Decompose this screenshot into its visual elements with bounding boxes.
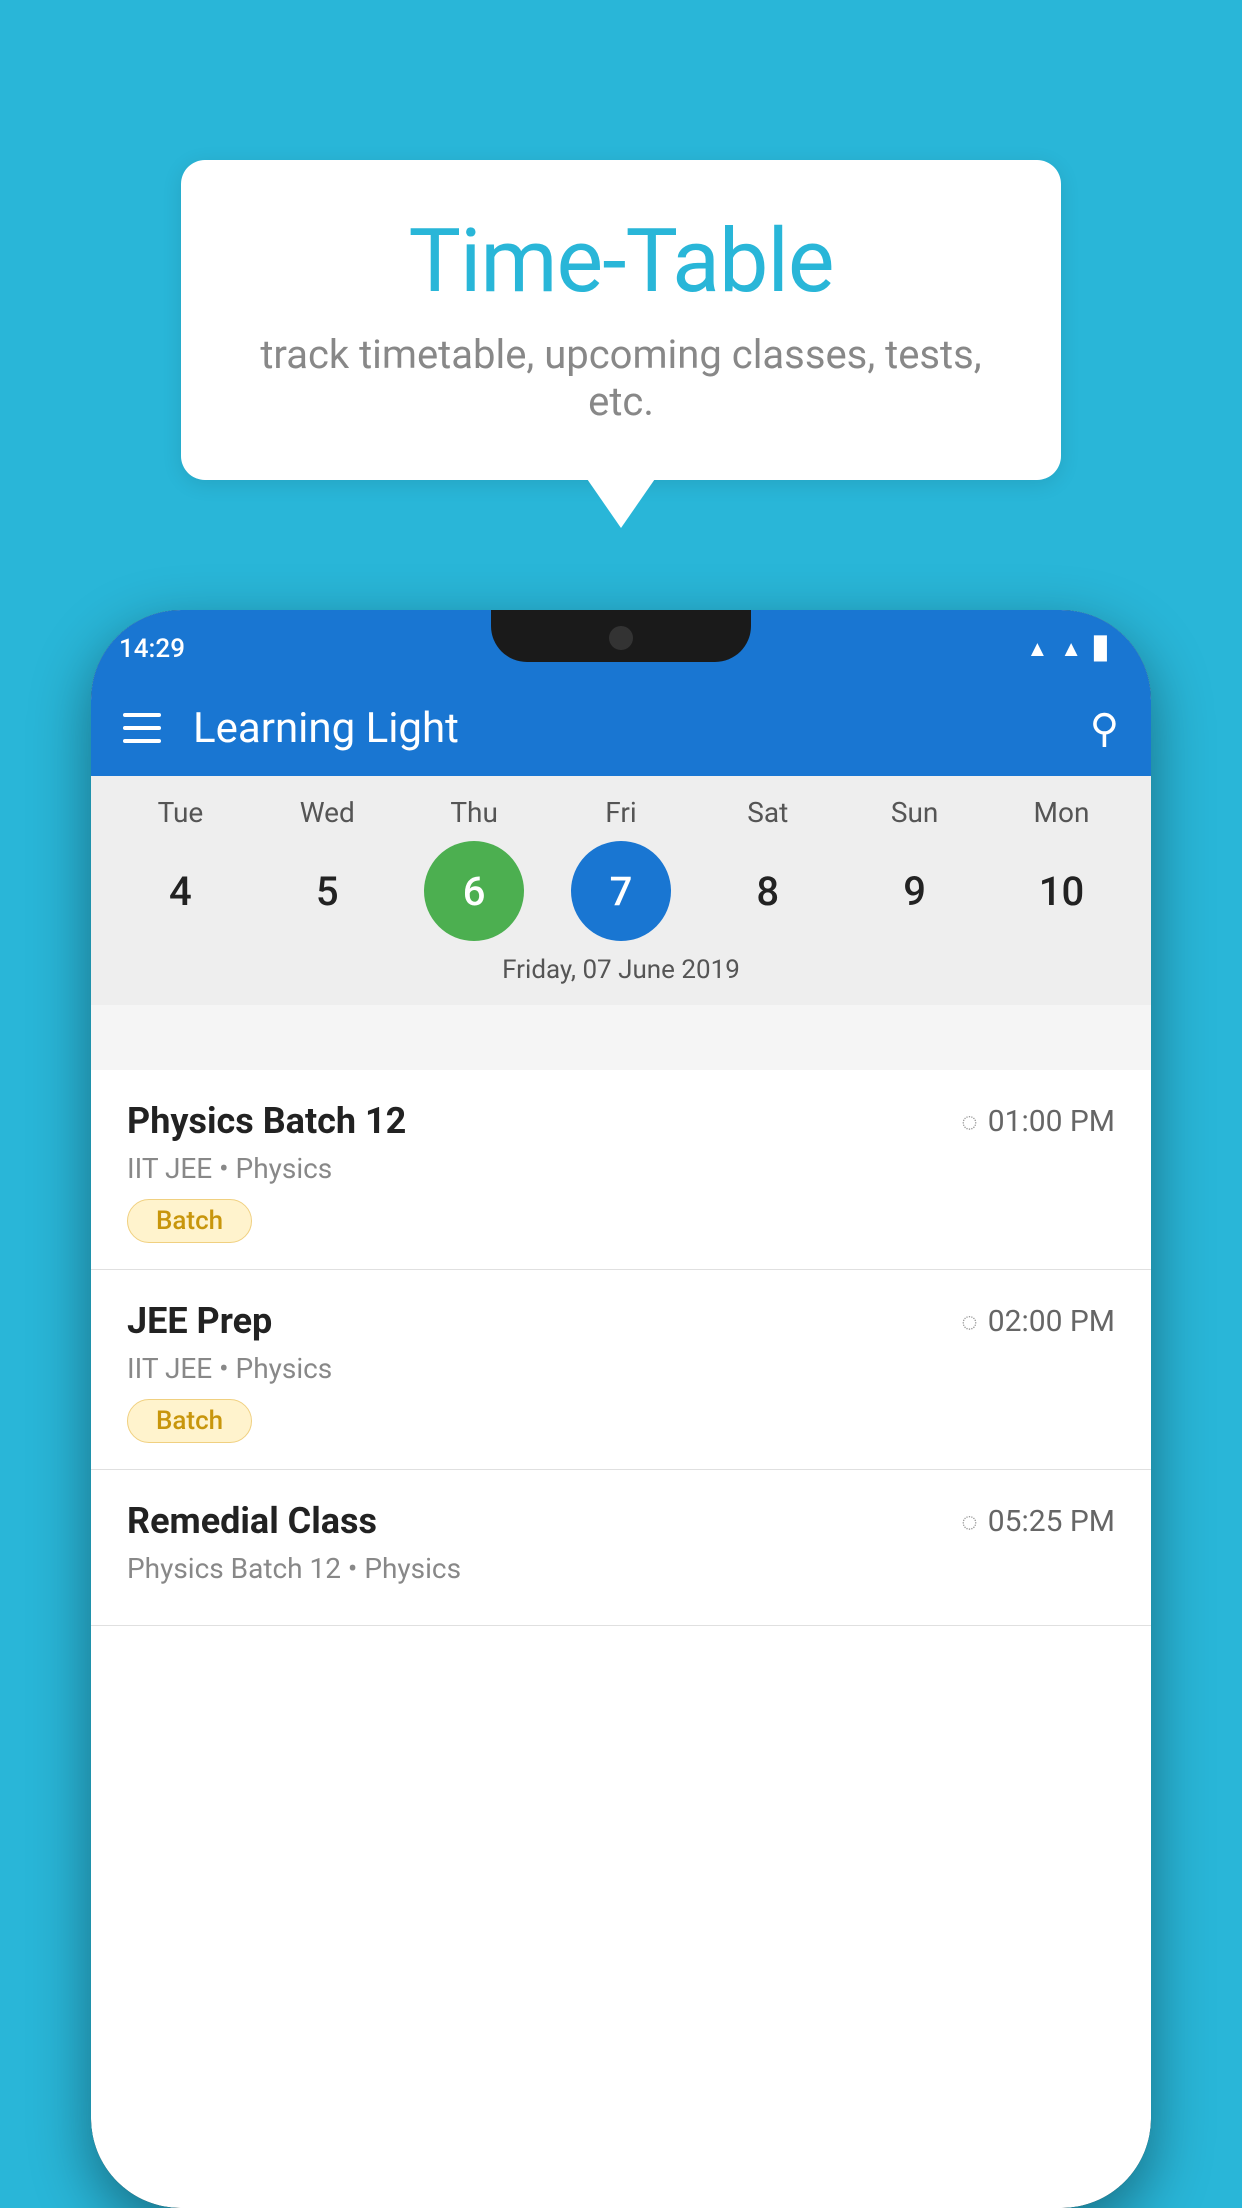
day-wed: Wed <box>277 796 377 829</box>
phone-frame: 14:29 ▲ ▲ ▊ Learning Light ⚲ Tue Wed Thu <box>91 610 1151 2208</box>
app-bar: Learning Light ⚲ <box>91 680 1151 776</box>
wifi-icon: ▲ <box>1027 636 1049 662</box>
class-subtitle-3: Physics Batch 12 • Physics <box>127 1552 1115 1585</box>
class-item-3[interactable]: Remedial Class ◌ 05:25 PM Physics Batch … <box>91 1470 1151 1626</box>
class-list: Physics Batch 12 ◌ 01:00 PM IIT JEE • Ph… <box>91 1070 1151 2208</box>
class-time-3: ◌ 05:25 PM <box>961 1504 1115 1539</box>
class-subtitle-1: IIT JEE • Physics <box>127 1152 1115 1185</box>
class-item-1[interactable]: Physics Batch 12 ◌ 01:00 PM IIT JEE • Ph… <box>91 1070 1151 1270</box>
day-tue: Tue <box>130 796 230 829</box>
date-6-today[interactable]: 6 <box>424 841 524 941</box>
status-icons: ▲ ▲ ▊ <box>1027 636 1111 662</box>
class-item-2[interactable]: JEE Prep ◌ 02:00 PM IIT JEE • Physics Ba… <box>91 1270 1151 1470</box>
calendar-days-header: Tue Wed Thu Fri Sat Sun Mon <box>91 796 1151 829</box>
class-time-value-2: 02:00 PM <box>988 1304 1115 1339</box>
day-sat: Sat <box>718 796 818 829</box>
clock-icon-2: ◌ <box>961 1305 978 1338</box>
app-bar-title: Learning Light <box>193 704 1090 753</box>
date-5[interactable]: 5 <box>277 841 377 941</box>
class-name-3: Remedial Class <box>127 1500 377 1542</box>
date-8[interactable]: 8 <box>718 841 818 941</box>
phone-screen: 14:29 ▲ ▲ ▊ Learning Light ⚲ Tue Wed Thu <box>91 610 1151 2208</box>
date-7-selected[interactable]: 7 <box>571 841 671 941</box>
clock-icon-3: ◌ <box>961 1505 978 1538</box>
batch-badge-2: Batch <box>127 1399 252 1443</box>
front-camera <box>609 626 633 650</box>
tooltip-title: Time-Table <box>241 210 1001 313</box>
clock-icon-1: ◌ <box>961 1105 978 1138</box>
day-fri: Fri <box>571 796 671 829</box>
signal-icon: ▲ <box>1060 636 1082 662</box>
day-thu: Thu <box>424 796 524 829</box>
class-item-3-header: Remedial Class ◌ 05:25 PM <box>127 1500 1115 1542</box>
batch-badge-1: Batch <box>127 1199 252 1243</box>
search-icon[interactable]: ⚲ <box>1090 705 1119 752</box>
class-item-1-header: Physics Batch 12 ◌ 01:00 PM <box>127 1100 1115 1142</box>
day-sun: Sun <box>865 796 965 829</box>
menu-icon[interactable] <box>123 713 161 743</box>
calendar-dates: 4 5 6 7 8 9 10 <box>91 841 1151 941</box>
date-10[interactable]: 10 <box>1011 841 1111 941</box>
status-time: 14:29 <box>119 634 185 664</box>
selected-date-label: Friday, 07 June 2019 <box>91 955 1151 995</box>
day-mon: Mon <box>1011 796 1111 829</box>
class-time-1: ◌ 01:00 PM <box>961 1104 1115 1139</box>
class-time-value-3: 05:25 PM <box>988 1504 1115 1539</box>
class-subtitle-2: IIT JEE • Physics <box>127 1352 1115 1385</box>
class-name-2: JEE Prep <box>127 1300 272 1342</box>
battery-icon: ▊ <box>1094 637 1111 662</box>
calendar-section: Tue Wed Thu Fri Sat Sun Mon 4 5 6 7 8 9 … <box>91 776 1151 1005</box>
date-9[interactable]: 9 <box>865 841 965 941</box>
class-name-1: Physics Batch 12 <box>127 1100 406 1142</box>
class-time-value-1: 01:00 PM <box>988 1104 1115 1139</box>
tooltip-subtitle: track timetable, upcoming classes, tests… <box>241 331 1001 425</box>
phone-notch <box>491 610 751 662</box>
date-4[interactable]: 4 <box>130 841 230 941</box>
class-time-2: ◌ 02:00 PM <box>961 1304 1115 1339</box>
tooltip-card: Time-Table track timetable, upcoming cla… <box>181 160 1061 480</box>
class-item-2-header: JEE Prep ◌ 02:00 PM <box>127 1300 1115 1342</box>
